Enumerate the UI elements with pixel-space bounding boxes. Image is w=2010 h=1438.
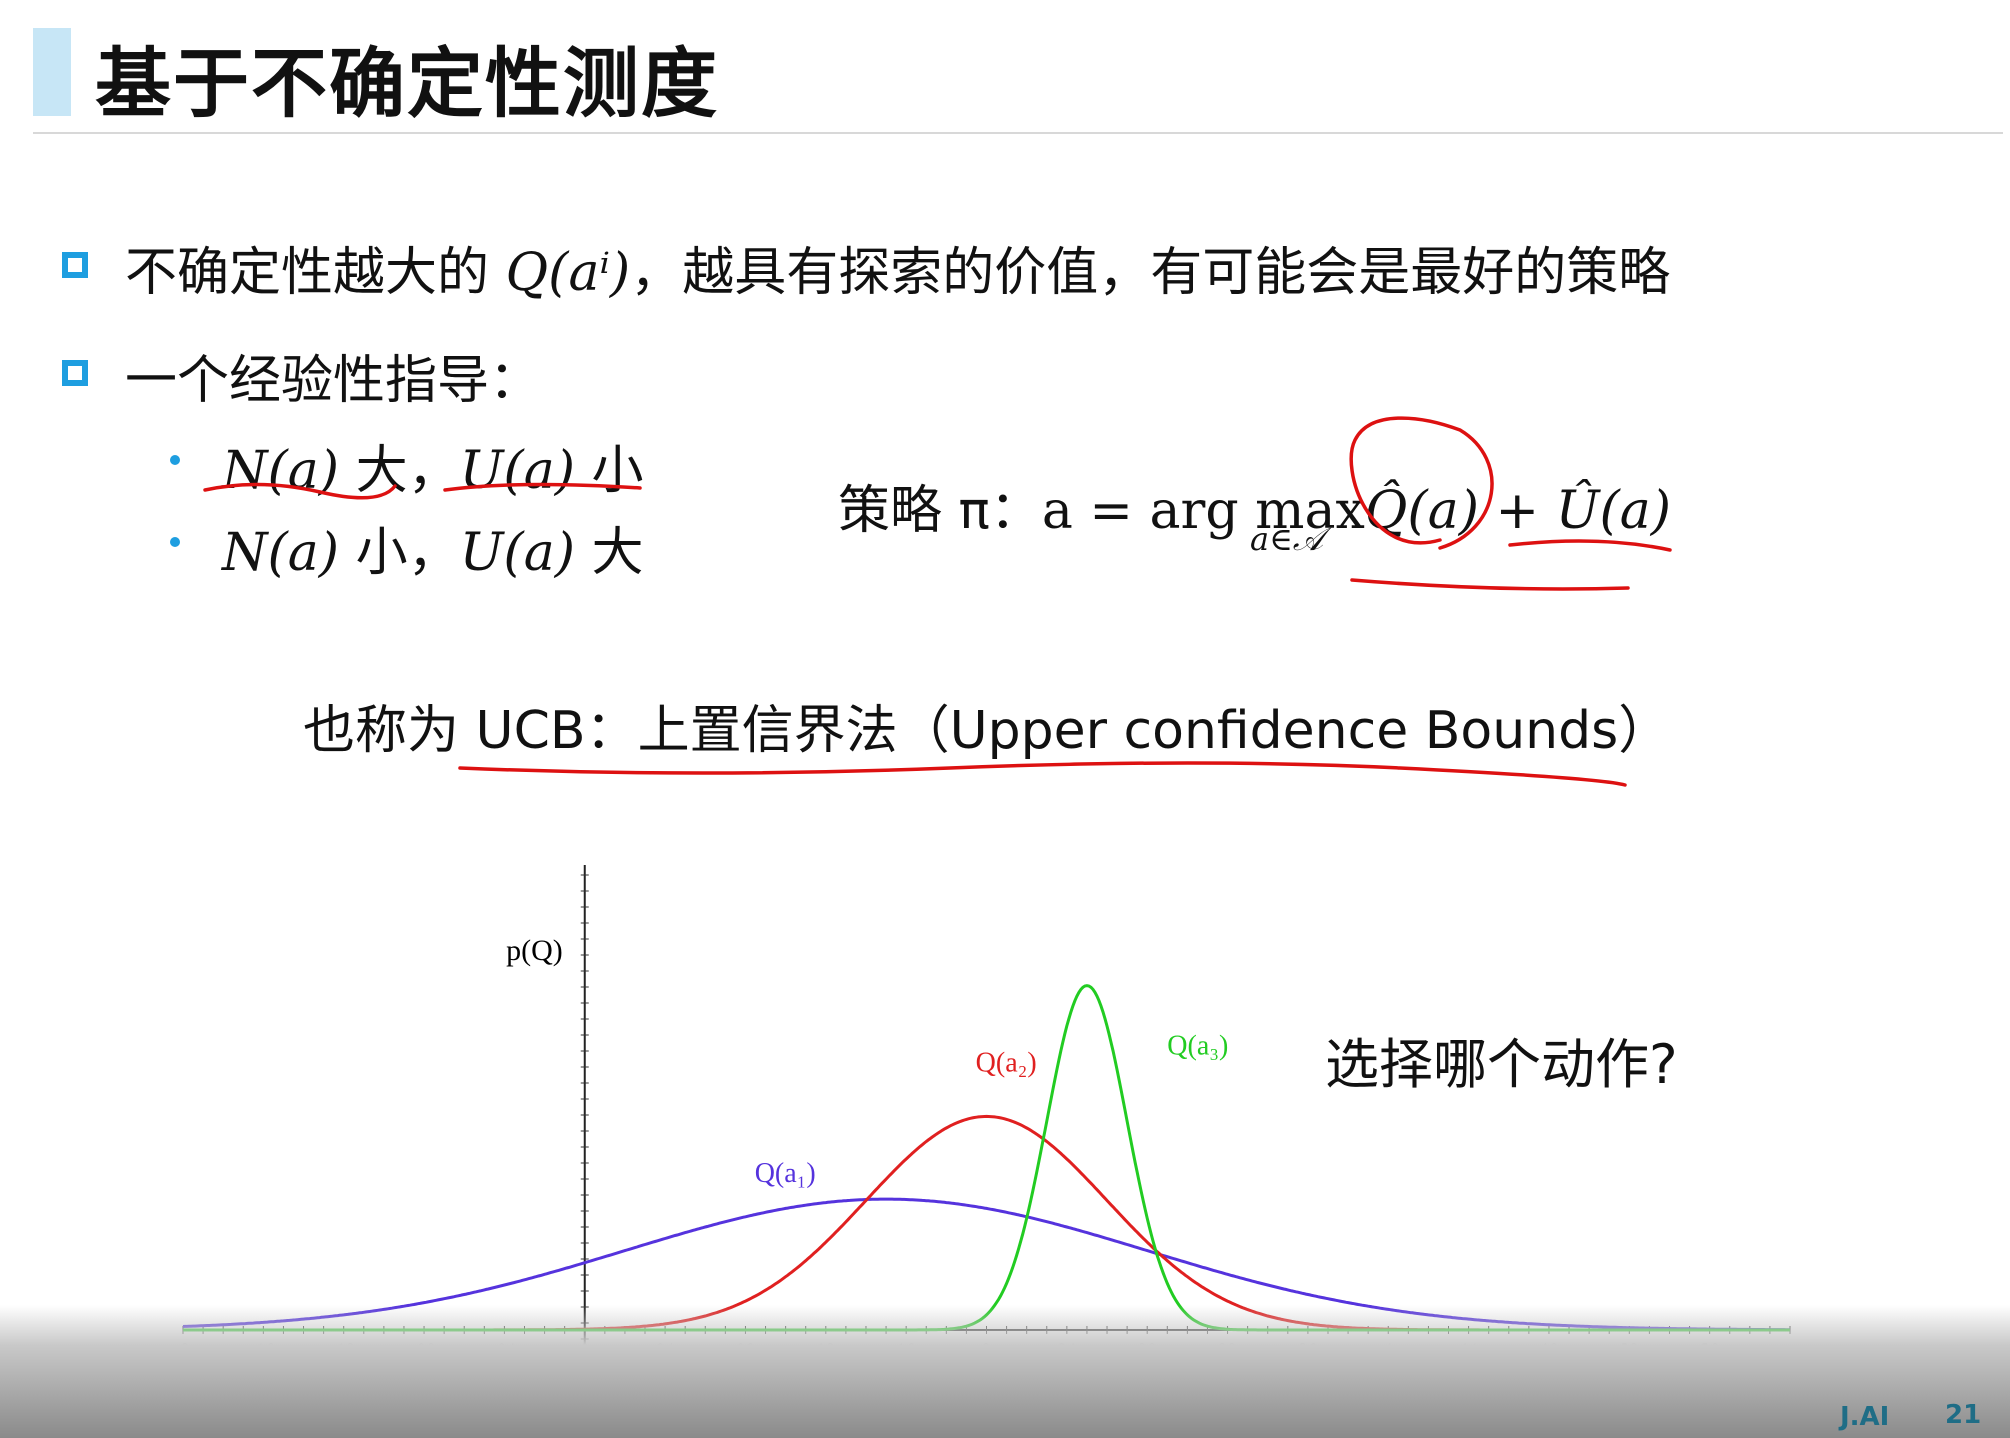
distribution-chart: -2-1.6-1.2-0.8-0.400.40.81.21.622.42.83.… <box>178 865 1791 1420</box>
series-line-2 <box>183 1114 1790 1332</box>
footer-brand: J.AI <box>1840 1402 1890 1432</box>
series-line-3 <box>183 984 1790 1332</box>
y-axis-label: p(Q) <box>506 934 563 967</box>
series-label: Q(a₁) <box>755 1158 816 1189</box>
page-number: 21 <box>1945 1400 1982 1430</box>
bottom-shade <box>0 1305 2010 1438</box>
series-label: Q(a₂) <box>976 1048 1037 1079</box>
series-label: Q(a₃) <box>1167 1030 1228 1061</box>
